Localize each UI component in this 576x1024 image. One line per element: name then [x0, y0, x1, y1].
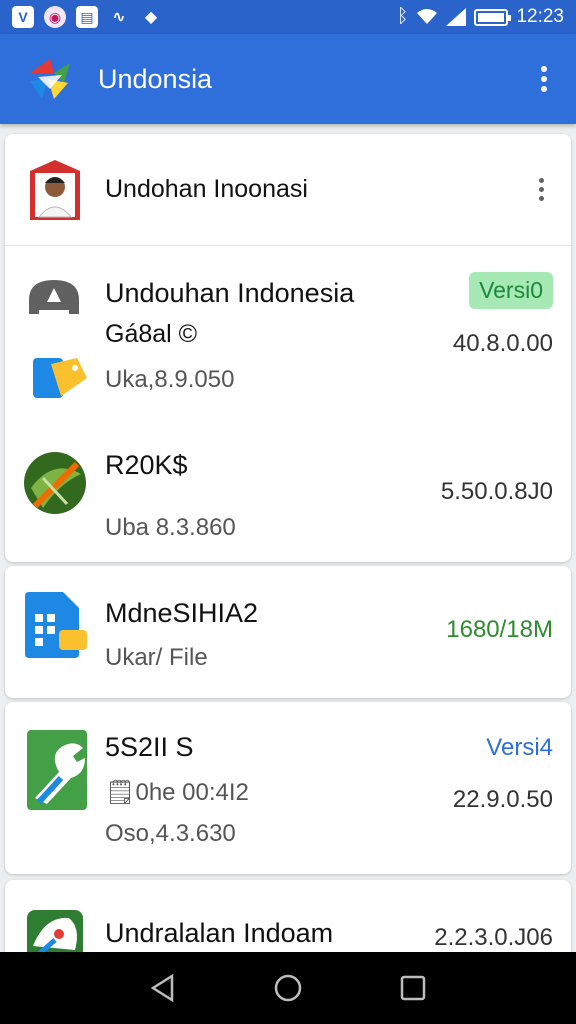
status-bar: V ◉ ▤ ∿ ◆ ᛒ 12:23: [0, 0, 576, 34]
item-size: 40.8.0.00: [452, 330, 553, 357]
item-size: 1680/18M: [446, 616, 553, 643]
status-time: 12:23: [516, 6, 564, 27]
item-title: R20K$: [105, 450, 188, 480]
app-logo-icon: [24, 53, 76, 105]
notification-icons: V ◉ ▤ ∿ ◆: [12, 6, 162, 28]
bluetooth-icon: ᛒ: [397, 6, 409, 27]
more-vert-icon[interactable]: [529, 170, 553, 210]
app-title: Undonsia: [98, 63, 213, 94]
file-grid-icon: [23, 592, 93, 658]
news-icon: ▤: [76, 6, 98, 28]
wifi-icon: [417, 9, 438, 24]
list-item[interactable]: MdneSIHIA2 Ukar/ File 1680/18M: [5, 566, 571, 698]
list-item[interactable]: 5S2II S 🗒0he 00:4I2 Oso,4.3.630 Versi4 2…: [5, 702, 571, 874]
list-item[interactable]: Undouhan Indonesia Gá8al © Uka,8.9.050 V…: [5, 246, 571, 406]
header-card: Undohan Inoonasi Undouhan Indonesia Gá8a…: [5, 134, 571, 562]
app-bar: Undonsia: [0, 34, 576, 124]
item-title: Undouhan Indonesia: [105, 278, 355, 308]
folder-tag-icon: [31, 350, 89, 400]
item-version: Ukar/ File: [105, 644, 208, 671]
battery-icon: [474, 8, 512, 26]
browser-icon: ◉: [44, 6, 66, 28]
cloud-upload-icon: [25, 270, 83, 326]
item-title: 5S2II S: [105, 732, 194, 762]
home-icon[interactable]: [270, 970, 306, 1006]
recents-icon[interactable]: [395, 970, 431, 1006]
version-badge: Versi4: [486, 734, 553, 761]
item-size: 2.2.3.0.J06: [434, 924, 553, 951]
item-size: 5.50.0.8J0: [440, 478, 553, 505]
vpn-icon: V: [12, 6, 34, 28]
item-version: Uba 8.3.860: [105, 514, 236, 541]
item-title: Undralalan Indoam: [105, 918, 334, 948]
item-version: Oso,4.3.630: [105, 820, 236, 847]
shield-icon: ◆: [144, 9, 158, 26]
item-subtitle-2: Gá8al ©: [105, 320, 198, 348]
account-title: Undohan Inoonasi: [105, 175, 308, 203]
profile-avatar-icon: [29, 159, 81, 221]
back-icon[interactable]: [145, 970, 181, 1006]
mixer-icon: ∿: [112, 9, 126, 26]
account-header[interactable]: Undohan Inoonasi: [5, 134, 571, 246]
item-version: Uka,8.9.050: [105, 366, 235, 393]
item-title: MdneSIHIA2: [105, 598, 259, 628]
signal-icon: [446, 8, 467, 26]
item-size: 22.9.0.50: [452, 786, 553, 813]
list-item[interactable]: R20K$ Uba 8.3.860 5.50.0.8J0: [5, 424, 571, 554]
navigation-bar: [0, 952, 576, 1024]
more-vert-icon[interactable]: [532, 59, 556, 99]
wrench-icon: [25, 728, 89, 812]
item-subtitle-2: 🗒0he 00:4I2: [105, 779, 249, 806]
version-badge: Versi0: [469, 272, 553, 309]
nature-leaf-icon: [23, 448, 87, 518]
